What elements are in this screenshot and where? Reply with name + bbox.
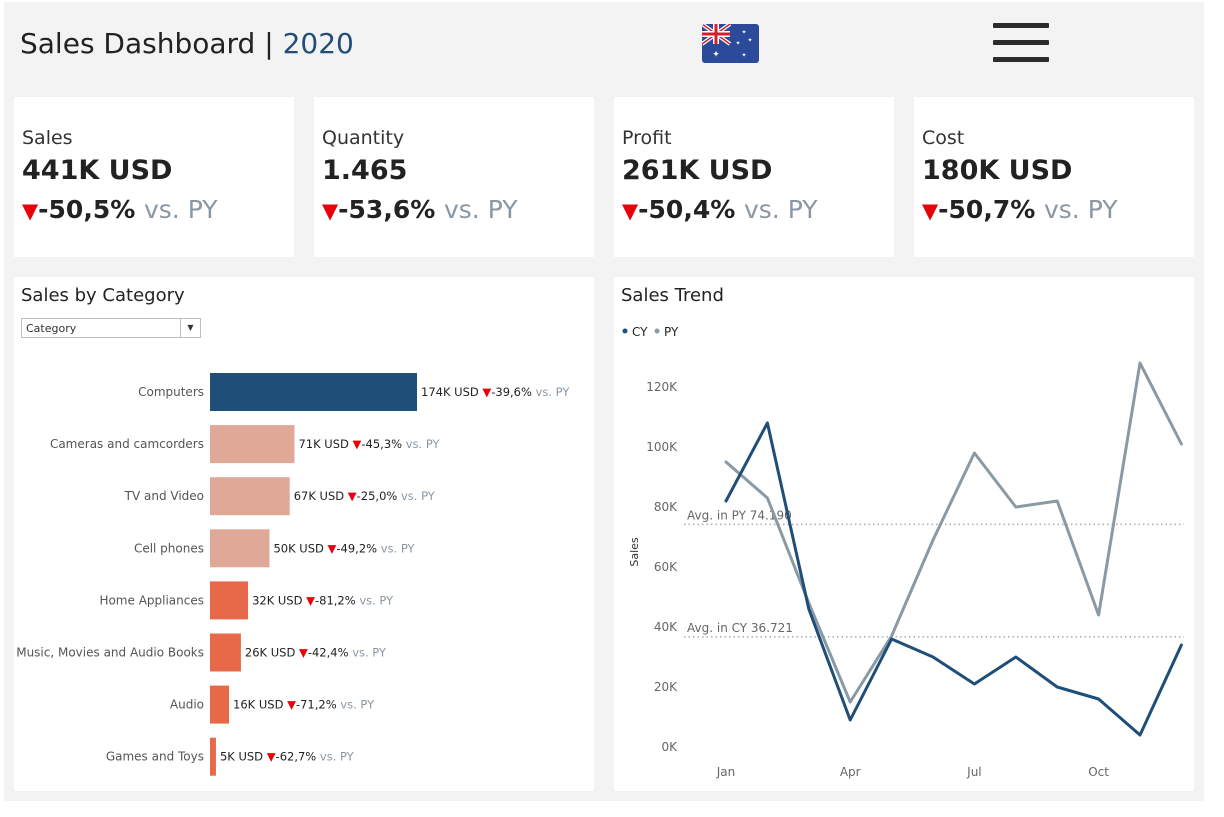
bar [210, 425, 295, 464]
down-triangle-icon: ▼ [922, 199, 939, 223]
kpi-label: Cost [922, 127, 965, 149]
kpi-change: ▼-50,5% vs. PY [22, 195, 218, 224]
bar-data-label: 16K USD ▼-71,2% vs. PY [233, 698, 375, 712]
bar [210, 373, 417, 411]
kpi-label: Sales [22, 127, 73, 149]
y-tick-label: 120K [646, 380, 678, 394]
bar-category-label: Cell phones [134, 541, 204, 555]
bar-category-label: Audio [170, 698, 204, 712]
kpi-change: ▼-53,6% vs. PY [322, 195, 518, 224]
y-tick-label: 20K [654, 680, 678, 694]
page-title: Sales Dashboard | 2020 [20, 27, 354, 60]
bar [210, 529, 270, 568]
kpi-value: 1.465 [322, 155, 408, 186]
x-tick-label: Jul [966, 765, 981, 779]
category-bar-chart: Computers 174K USD ▼-39,6% vs. PY Cameras … [16, 373, 570, 776]
bar [210, 581, 249, 620]
legend-label-cy: CY [632, 325, 648, 339]
down-triangle-icon: ▼ [622, 199, 639, 223]
bar [210, 685, 230, 724]
bar-data-label: 50K USD ▼-49,2% vs. PY [273, 541, 415, 555]
kpi-change: ▼-50,7% vs. PY [922, 195, 1118, 224]
bar-data-label: 32K USD ▼-81,2% vs. PY [252, 593, 394, 607]
kpi-value: 180K USD [922, 155, 1073, 186]
hamburger-menu-icon[interactable] [993, 23, 1049, 65]
bar-data-label: 5K USD ▼-62,7% vs. PY [220, 750, 355, 764]
bar-data-label: 71K USD ▼-45,3% vs. PY [298, 437, 440, 451]
y-tick-label: 100K [646, 440, 678, 454]
kpi-label: Quantity [322, 127, 405, 149]
y-tick-label: 80K [654, 500, 678, 514]
svg-text:✦: ✦ [735, 40, 740, 47]
legend-dot-cy [622, 328, 628, 334]
bar [210, 737, 216, 776]
year-label: 2020 [282, 27, 354, 60]
bar-category-label: Computers [138, 385, 204, 399]
kpi-card-quantity: Quantity 1.465 ▼-53,6% vs. PY [314, 97, 594, 257]
x-tick-label: Apr [840, 765, 861, 779]
legend-label-py: PY [664, 325, 679, 339]
y-tick-label: 60K [654, 560, 678, 574]
bar-data-label: 174K USD ▼-39,6% vs. PY [421, 385, 570, 399]
kpi-label: Profit [622, 127, 672, 149]
australia-flag-icon[interactable]: ✦ ✦ ✦ ✦ ✦ [702, 24, 759, 63]
down-triangle-icon: ▼ [22, 199, 39, 223]
kpi-change: ▼-50,4% vs. PY [622, 195, 818, 224]
bar-category-label: Cameras and camcorders [50, 437, 204, 451]
svg-text:✦: ✦ [712, 50, 720, 60]
kpi-value: 441K USD [22, 155, 173, 186]
reference-line-label: Avg. in CY 36.721 [687, 621, 793, 635]
y-tick-label: 0K [661, 740, 678, 754]
x-tick-label: Oct [1088, 765, 1109, 779]
series-line-py [724, 361, 1183, 704]
bar [210, 477, 290, 516]
kpi-card-cost: Cost 180K USD ▼-50,7% vs. PY [914, 97, 1194, 257]
bar-data-label: 67K USD ▼-25,0% vs. PY [294, 489, 436, 503]
bar-category-label: Music, Movies and Audio Books [16, 646, 204, 660]
legend-dot-py [654, 328, 660, 334]
sales-trend-panel: Sales Trend CY PY 0K 20K 40K 60K 80K 100K 120K Sa… [614, 277, 1194, 791]
kpi-card-profit: Profit 261K USD ▼-50,4% vs. PY [614, 97, 894, 257]
x-tick-label: Jan [716, 765, 736, 779]
down-triangle-icon: ▼ [322, 199, 339, 223]
bar-data-label: 26K USD ▼-42,4% vs. PY [245, 646, 387, 660]
bar-category-label: Home Appliances [99, 593, 204, 607]
kpi-value: 261K USD [622, 155, 773, 186]
svg-text:✦: ✦ [741, 52, 746, 59]
bar [210, 633, 241, 672]
sales-trend-line-chart: CY PY 0K 20K 40K 60K 80K 100K 120K Sales Jan Apr Jul… [622, 325, 1184, 779]
svg-text:✦: ✦ [747, 37, 752, 44]
kpi-card-sales: Sales 441K USD ▼-50,5% vs. PY [14, 97, 294, 257]
y-axis-label: Sales [628, 537, 641, 567]
bar-category-label: TV and Video [124, 489, 204, 503]
svg-text:✦: ✦ [741, 29, 746, 36]
sales-by-category-panel: Sales by Category Category ▼ Computers 17… [14, 277, 594, 791]
y-tick-label: 40K [654, 620, 678, 634]
series-line-cy [724, 421, 1183, 737]
bar-category-label: Games and Toys [106, 750, 204, 764]
